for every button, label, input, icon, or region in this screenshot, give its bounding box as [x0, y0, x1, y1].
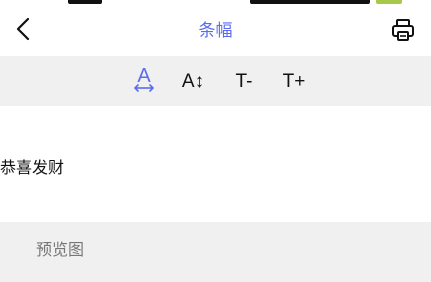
- text-toolbar: A A↕ T- T+: [0, 56, 431, 106]
- preview-label: 预览图: [36, 240, 85, 259]
- banner-editor-screen: 条幅 A A↕ T- T+ 恭喜发财 预览图: [0, 0, 431, 282]
- text-width-icon: A: [129, 62, 159, 100]
- text-width-tool[interactable]: A: [129, 56, 159, 106]
- status-time-fragment: [68, 0, 102, 4]
- nav-bar: 条幅: [0, 10, 431, 52]
- printer-icon: [390, 17, 416, 47]
- status-bar: [0, 0, 431, 8]
- text-size-decrease-icon: T-: [235, 70, 253, 92]
- status-indicators-fragment: [250, 0, 370, 4]
- text-width-glyph: A: [137, 65, 151, 87]
- preview-section: 预览图: [0, 222, 431, 282]
- text-size-decrease-tool[interactable]: T-: [227, 56, 261, 106]
- page-title: 条幅: [198, 21, 233, 41]
- text-size-increase-tool[interactable]: T+: [277, 56, 311, 106]
- text-height-tool[interactable]: A↕: [175, 56, 211, 106]
- status-bar-icons: [0, 0, 431, 6]
- banner-text[interactable]: 恭喜发财: [0, 158, 64, 178]
- print-button[interactable]: [389, 18, 417, 46]
- text-size-increase-icon: T+: [282, 70, 306, 92]
- text-height-icon: A↕: [181, 70, 205, 92]
- battery-icon: [376, 0, 402, 4]
